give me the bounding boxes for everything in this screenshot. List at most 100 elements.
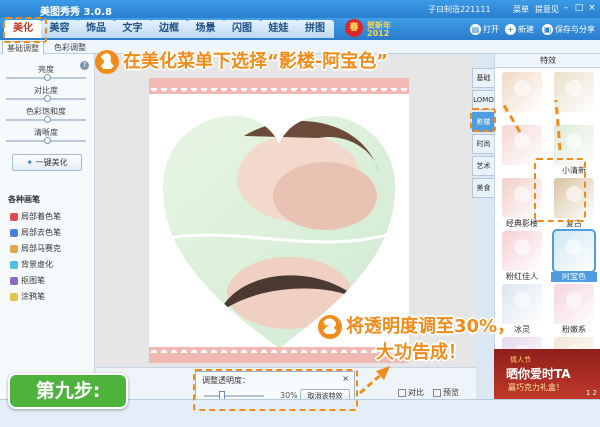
effect-thumbnail bbox=[554, 72, 594, 112]
brush-icon bbox=[10, 212, 18, 221]
slider-track[interactable] bbox=[6, 116, 86, 123]
effect-thumbnail bbox=[554, 284, 594, 324]
effect-thumbnail bbox=[502, 72, 542, 112]
promo-banner[interactable]: 情人节 晒你爱时TA 赢巧克力礼盒！ 1 2 bbox=[494, 349, 600, 399]
step-one-number: 1 bbox=[95, 50, 119, 74]
category-tab-0[interactable]: 基础 bbox=[472, 68, 494, 88]
minimize-icon[interactable]: – bbox=[560, 3, 572, 14]
slider-handle[interactable] bbox=[44, 137, 51, 144]
seal-icon: 春 bbox=[345, 19, 363, 37]
preview-icon bbox=[433, 388, 441, 397]
menu-tab-6[interactable]: 闪图 bbox=[223, 20, 261, 38]
menu-tab-5[interactable]: 场景 bbox=[186, 20, 225, 38]
lace-border-bottom bbox=[149, 347, 409, 363]
brush-icon bbox=[10, 292, 18, 301]
brush-item[interactable]: 背景虚化 bbox=[10, 259, 53, 271]
effect-item[interactable]: 粉嫩系 bbox=[551, 284, 597, 335]
slider-track[interactable] bbox=[6, 137, 86, 144]
close-icon[interactable]: × bbox=[586, 3, 598, 14]
effect-item[interactable]: 粉红佳人 bbox=[499, 231, 545, 282]
effect-label: 粉嫩系 bbox=[562, 325, 586, 334]
preview-button[interactable]: 预览 bbox=[433, 387, 459, 399]
brush-item[interactable]: 抠图笔 bbox=[10, 275, 45, 287]
step-two-text-line1: 将透明度调至30%， bbox=[346, 316, 516, 337]
category-tab-4[interactable]: 艺术 bbox=[472, 156, 494, 176]
effect-item[interactable] bbox=[551, 72, 597, 123]
title-bar: 美图秀秀 3.0.8 子曰制造221111 菜单 提意见 – □ × bbox=[0, 0, 600, 18]
promo-pager[interactable]: 1 2 bbox=[586, 389, 597, 397]
slider-2[interactable]: 色彩饱和度 bbox=[6, 106, 86, 123]
brush-label: 局部去色笔 bbox=[21, 228, 61, 237]
brush-label: 背景虚化 bbox=[21, 260, 53, 269]
highlight-beautify-tab bbox=[3, 17, 47, 43]
effect-label bbox=[499, 113, 545, 123]
step-two-text-line2: 大功告成！ bbox=[376, 342, 466, 363]
brush-icon bbox=[10, 244, 18, 253]
main-menu-bar: 美化 美容 饰品 文字 边框 场景 闪图 娃娃 拼图 春 贺新年 2012 ▤ 打开 + 新建 ▣ 保… bbox=[0, 18, 600, 40]
brush-label: 抠图笔 bbox=[21, 276, 45, 285]
left-adjust-panel: ? 亮度 对比度 色彩饱和度 清晰度 ✦ 一键美化 各种画笔 局部着色笔 局部去色笔 局部… bbox=[0, 54, 95, 399]
menu-link[interactable]: 菜单 bbox=[513, 4, 529, 15]
folder-icon: ▤ bbox=[470, 24, 481, 35]
effect-label: 粉红佳人 bbox=[506, 272, 538, 281]
highlight-abao-effect bbox=[534, 158, 586, 222]
brush-label: 局部马赛克 bbox=[21, 244, 61, 253]
slider-track[interactable] bbox=[6, 95, 86, 102]
effect-item[interactable] bbox=[499, 72, 545, 123]
brush-icon bbox=[10, 260, 18, 269]
open-button[interactable]: ▤ 打开 bbox=[470, 22, 499, 37]
slider-handle[interactable] bbox=[44, 74, 51, 81]
effect-thumbnail bbox=[502, 231, 542, 271]
brush-item[interactable]: 局部着色笔 bbox=[10, 211, 61, 223]
brush-item[interactable]: 局部去色笔 bbox=[10, 227, 61, 239]
save-share-button[interactable]: ▣ 保存与分享 bbox=[542, 22, 595, 37]
slider-3[interactable]: 清晰度 bbox=[6, 127, 86, 144]
menu-tab-3[interactable]: 文字 bbox=[113, 20, 152, 38]
effect-label: 阿宝色 bbox=[551, 272, 597, 282]
user-name[interactable]: 子曰制造221111 bbox=[428, 4, 491, 15]
tab-color-adjust[interactable]: 色彩调整 bbox=[50, 41, 90, 54]
menu-tab-2[interactable]: 饰品 bbox=[77, 20, 115, 38]
save-icon: ▣ bbox=[542, 24, 553, 35]
promo-line3: 赢巧克力礼盒！ bbox=[508, 383, 564, 392]
app-title: 美图秀秀 3.0.8 bbox=[40, 7, 112, 18]
compare-button[interactable]: 对比 bbox=[398, 387, 424, 399]
plus-icon: + bbox=[505, 24, 516, 35]
slider-track[interactable] bbox=[6, 74, 86, 81]
new-button[interactable]: + 新建 bbox=[505, 22, 534, 37]
brush-item[interactable]: 局部马赛克 bbox=[10, 243, 61, 255]
slider-0[interactable]: 亮度 bbox=[6, 64, 86, 81]
slider-handle[interactable] bbox=[44, 95, 51, 102]
brushes-title: 各种画笔 bbox=[8, 195, 40, 204]
effect-thumbnail bbox=[552, 229, 596, 273]
feedback-link[interactable]: 提意见 bbox=[535, 4, 559, 15]
step-one-annotation: 1 在美化菜单下选择“影楼-阿宝色” bbox=[95, 47, 388, 74]
category-tab-3[interactable]: 时尚 bbox=[472, 134, 494, 154]
maximize-icon[interactable]: □ bbox=[573, 3, 585, 14]
slider-handle[interactable] bbox=[44, 116, 51, 123]
brush-icon bbox=[10, 276, 18, 285]
effect-label bbox=[551, 113, 597, 123]
menu-tab-7[interactable]: 娃娃 bbox=[259, 20, 298, 38]
highlight-opacity-panel bbox=[193, 369, 358, 411]
menu-tab-8[interactable]: 拼图 bbox=[296, 20, 334, 38]
highlight-studio-category bbox=[470, 108, 496, 132]
brush-icon bbox=[10, 228, 18, 237]
effect-item[interactable]: 阿宝色 bbox=[551, 229, 597, 282]
step-two-number: 2 bbox=[318, 315, 342, 339]
wand-icon: ✦ bbox=[26, 158, 34, 167]
promo-line1: 情人节 bbox=[510, 356, 531, 364]
effects-header: 特效 bbox=[495, 54, 600, 68]
brush-label: 涂鸦笔 bbox=[21, 292, 45, 301]
new-year-banner: 春 贺新年 2012 bbox=[345, 19, 415, 39]
category-tab-1[interactable]: LOMO bbox=[472, 90, 494, 110]
promo-line2: 晒你爱时TA bbox=[506, 367, 571, 381]
category-tab-5[interactable]: 美食 bbox=[472, 178, 494, 198]
brush-label: 局部着色笔 bbox=[21, 212, 61, 221]
banner-line2: 2012 bbox=[367, 29, 390, 38]
menu-tab-4[interactable]: 边框 bbox=[150, 20, 188, 38]
brush-item[interactable]: 涂鸦笔 bbox=[10, 291, 45, 303]
one-key-beautify-button[interactable]: ✦ 一键美化 bbox=[12, 154, 82, 171]
compare-icon bbox=[398, 388, 406, 397]
slider-1[interactable]: 对比度 bbox=[6, 85, 86, 102]
